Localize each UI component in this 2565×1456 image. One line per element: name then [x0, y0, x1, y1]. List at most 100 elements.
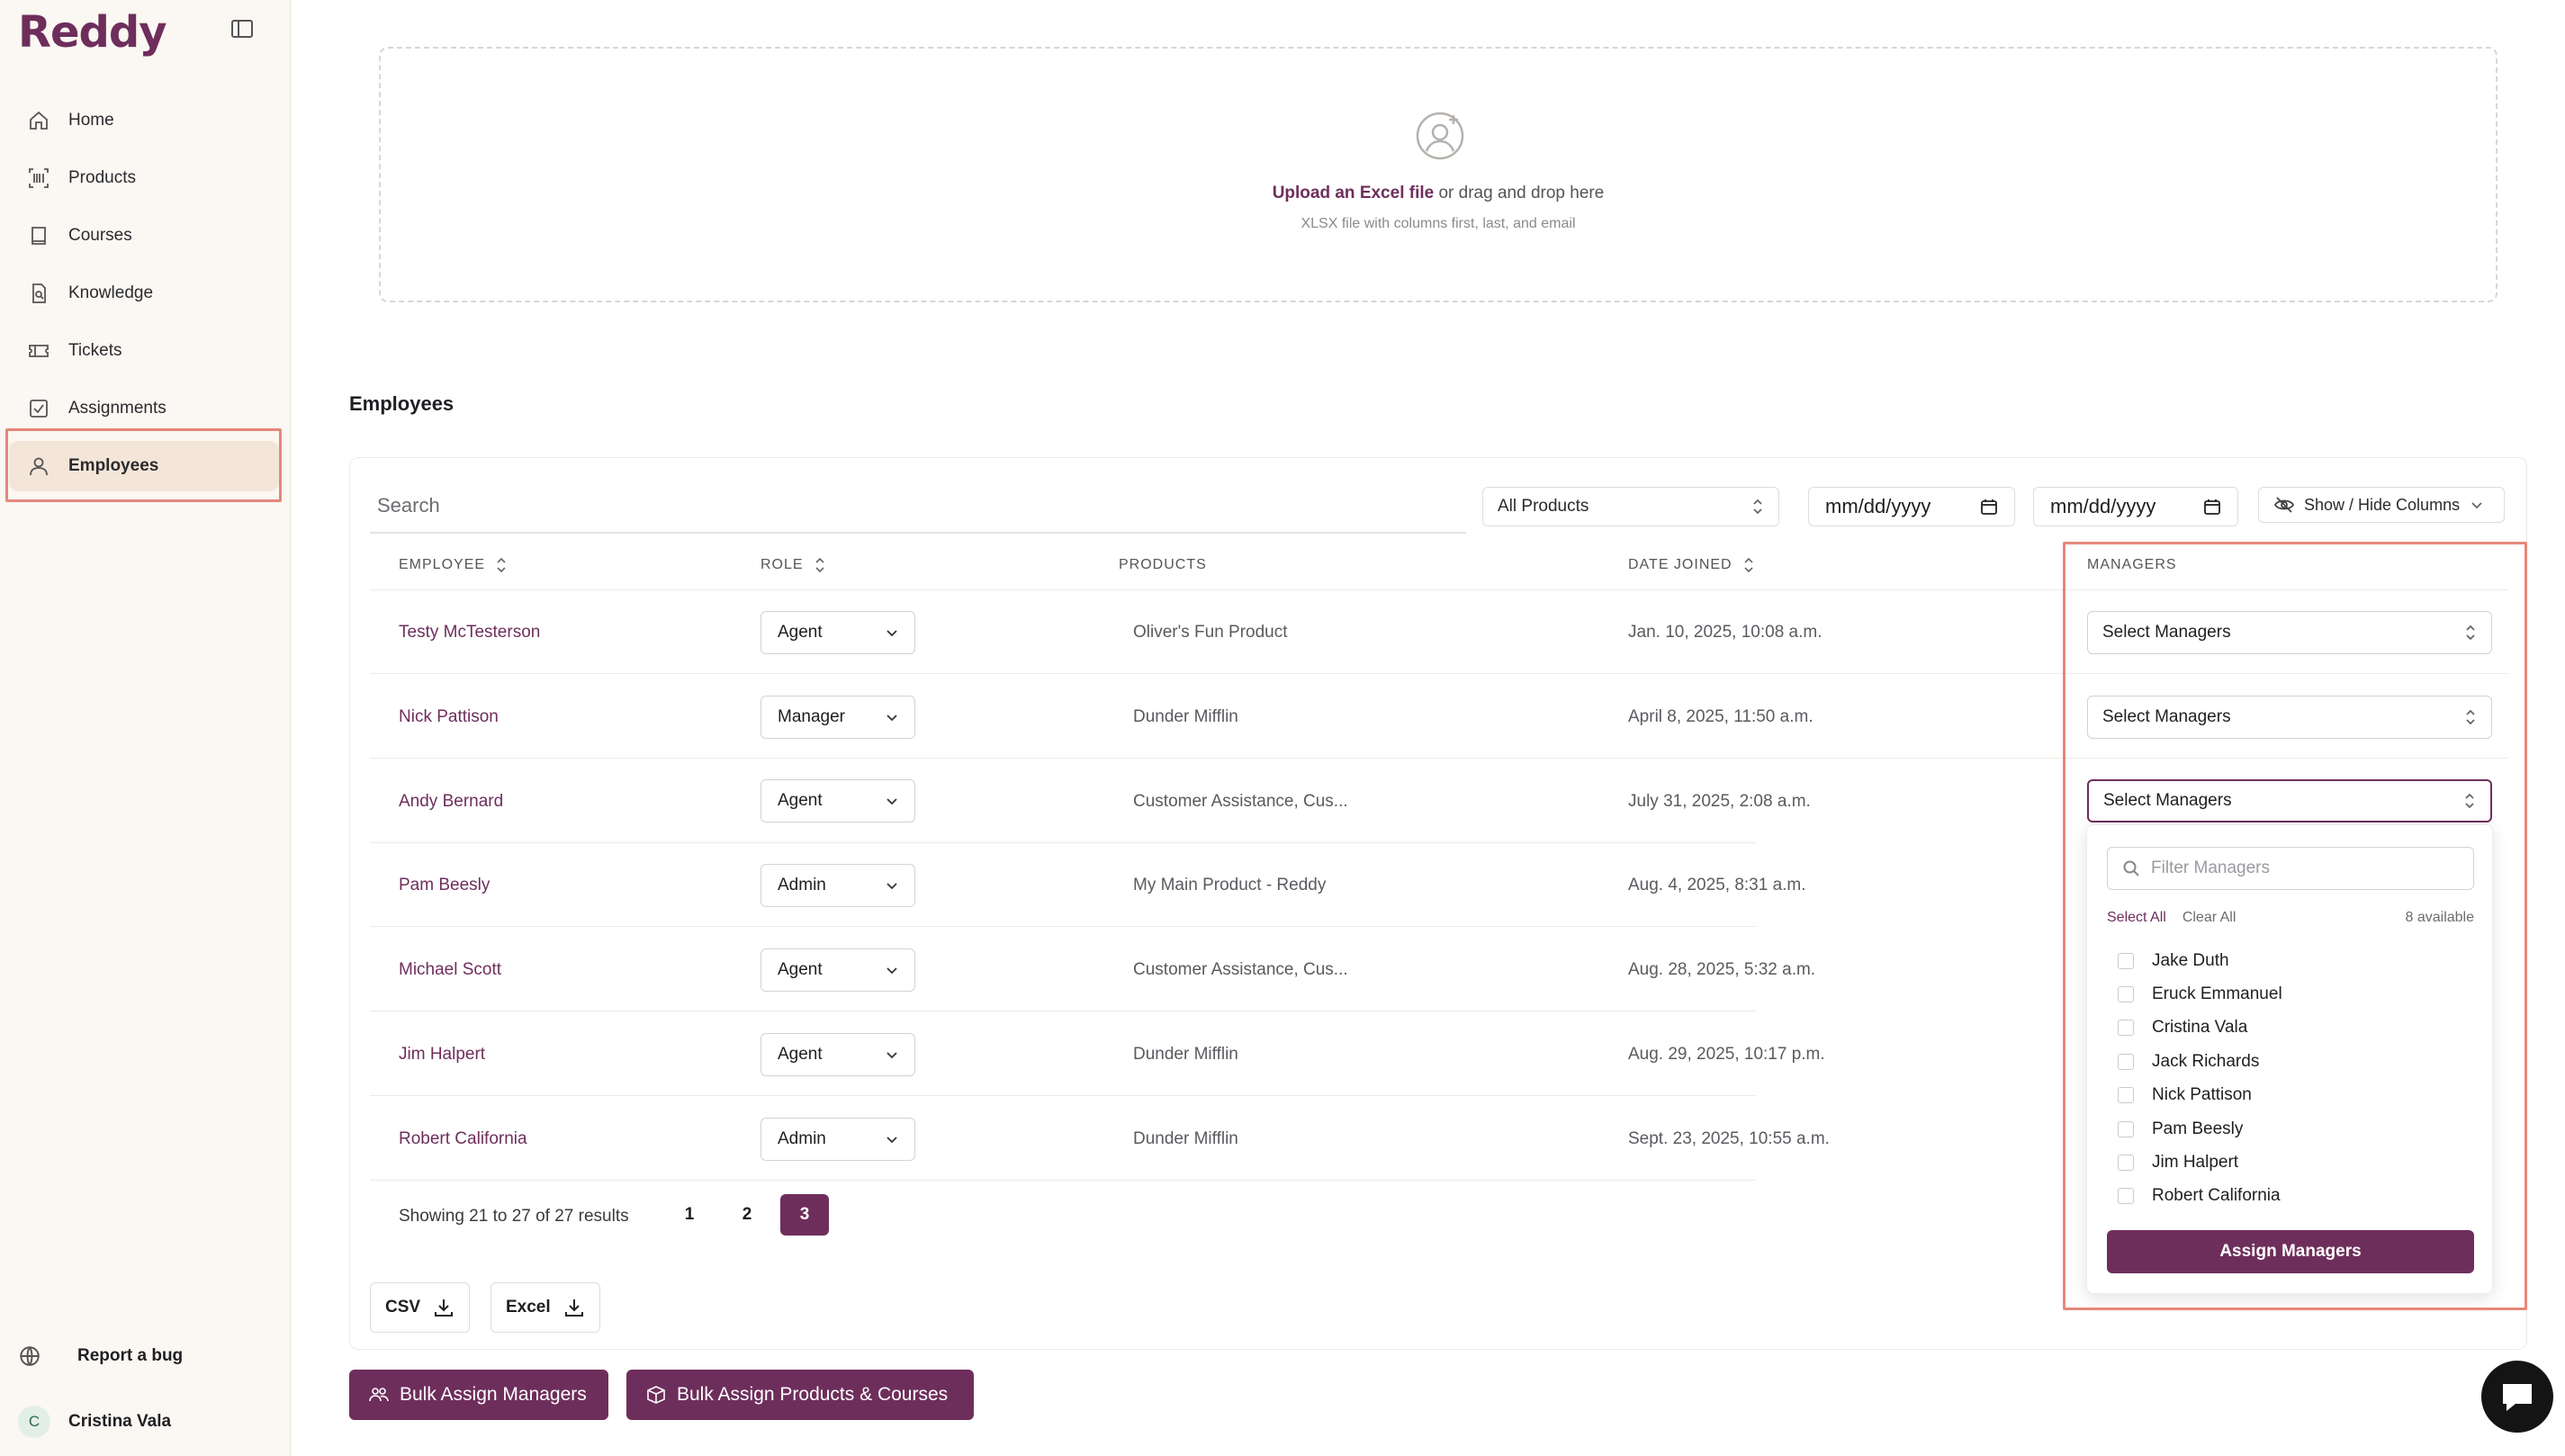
users-icon [369, 1388, 389, 1402]
export-csv-button[interactable]: CSV [370, 1282, 471, 1333]
employee-name-link[interactable]: Michael Scott [399, 960, 501, 980]
role-select[interactable]: Agent [760, 948, 915, 992]
search-input[interactable] [370, 480, 1466, 534]
checkbox[interactable] [2118, 1188, 2134, 1204]
ticket-icon [27, 339, 50, 363]
role-select[interactable]: Agent [760, 611, 915, 654]
checkbox[interactable] [2118, 986, 2134, 1002]
assign-managers-button[interactable]: Assign Managers [2107, 1230, 2474, 1273]
employee-name-link[interactable]: Robert California [399, 1129, 527, 1149]
manager-option[interactable]: Robert California [2118, 1186, 2281, 1206]
book-icon [27, 224, 50, 247]
manager-option[interactable]: Jake Duth [2118, 951, 2229, 971]
page-button-1[interactable]: 1 [665, 1194, 714, 1236]
select-managers-dropdown[interactable]: Select Managers [2087, 611, 2492, 654]
role-select[interactable]: Manager [760, 696, 915, 739]
checkbox[interactable] [2118, 1054, 2134, 1070]
sidebar-item-label: Assignments [68, 399, 166, 418]
user-name: Cristina Vala [68, 1412, 172, 1431]
select-all-button[interactable]: Select All [2107, 910, 2166, 926]
home-icon [27, 109, 50, 132]
role-select[interactable]: Admin [760, 864, 915, 907]
bulk-assign-products-button[interactable]: Bulk Assign Products & Courses [626, 1370, 974, 1420]
export-excel-button[interactable]: Excel [490, 1282, 600, 1333]
employee-name-link[interactable]: Testy McTesterson [399, 623, 540, 643]
download-icon [564, 1299, 583, 1317]
role-value: Agent [778, 623, 823, 642]
app-logo[interactable]: Reddy [18, 7, 167, 58]
employee-name-link[interactable]: Nick Pattison [399, 707, 499, 727]
sidebar-item-assignments[interactable]: Assignments [9, 383, 279, 434]
select-managers-dropdown[interactable]: Select Managers [2087, 696, 2492, 739]
sidebar-item-label: Employees [68, 456, 159, 475]
checkbox[interactable] [2118, 953, 2134, 969]
page-button-3[interactable]: 3 [780, 1194, 829, 1236]
upload-file-link[interactable]: Upload an Excel file [1273, 184, 1435, 202]
sidebar-item-products[interactable]: Products [9, 153, 279, 203]
manager-option[interactable]: Jim Halpert [2118, 1153, 2238, 1173]
sidebar-collapse-button[interactable] [230, 18, 256, 41]
sidebar-toggle-icon [231, 20, 253, 38]
products-filter-select[interactable]: All Products [1482, 487, 1779, 526]
dropdown-actions: Select All Clear All 8 available [2107, 910, 2474, 926]
role-value: Admin [778, 1129, 826, 1148]
role-value: Agent [778, 1045, 823, 1064]
user-profile[interactable]: C Cristina Vala [18, 1406, 279, 1438]
role-select[interactable]: Admin [760, 1118, 915, 1161]
chat-widget-button[interactable] [2481, 1361, 2553, 1433]
checkbox[interactable] [2118, 1020, 2134, 1036]
filter-managers-input[interactable]: Filter Managers [2107, 847, 2474, 890]
date-from-field[interactable]: mm/dd/yyyy [1808, 487, 2015, 526]
sidebar-nav: Home Products Courses Knowledge Tickets … [9, 95, 279, 499]
show-hide-columns-button[interactable]: Show / Hide Columns [2258, 487, 2505, 523]
box-icon [647, 1386, 665, 1404]
sidebar-item-knowledge[interactable]: Knowledge [9, 268, 279, 319]
sidebar-item-courses[interactable]: Courses [9, 211, 279, 261]
select-managers-dropdown-open[interactable]: Select Managers [2087, 779, 2492, 822]
sidebar-item-label: Knowledge [68, 283, 154, 302]
sidebar-item-tickets[interactable]: Tickets [9, 326, 279, 376]
role-value: Manager [778, 707, 845, 726]
user-icon [27, 454, 50, 478]
role-select[interactable]: Agent [760, 779, 915, 822]
manager-option[interactable]: Cristina Vala [2118, 1018, 2247, 1038]
sort-icon [1744, 557, 1753, 573]
products-cell: Dunder Mifflin [1133, 707, 1238, 726]
manager-option-label: Nick Pattison [2152, 1085, 2252, 1104]
column-header-managers: MANAGERS [2087, 557, 2177, 573]
employee-name-link[interactable]: Pam Beesly [399, 876, 490, 895]
show-hide-columns-label: Show / Hide Columns [2304, 495, 2461, 514]
file-upload-dropzone[interactable]: Upload an Excel file or drag and drop he… [379, 47, 2498, 302]
sidebar-item-label: Products [68, 168, 136, 187]
column-header-date-joined[interactable]: DATE JOINED [1628, 557, 1754, 573]
date-to-field[interactable]: mm/dd/yyyy [2033, 487, 2238, 526]
column-header-label: MANAGERS [2087, 557, 2177, 572]
checkbox[interactable] [2118, 1087, 2134, 1103]
column-header-employee[interactable]: EMPLOYEE [399, 557, 507, 573]
products-cell: Dunder Mifflin [1133, 1045, 1238, 1064]
manager-option[interactable]: Nick Pattison [2118, 1085, 2252, 1105]
manager-option[interactable]: Eruck Emmanuel [2118, 984, 2282, 1004]
checkbox[interactable] [2118, 1121, 2134, 1137]
filter-managers-placeholder: Filter Managers [2151, 858, 2270, 877]
manager-option-label: Pam Beesly [2152, 1119, 2244, 1138]
sidebar-item-home[interactable]: Home [9, 95, 279, 146]
sidebar-item-label: Courses [68, 226, 132, 245]
clear-all-button[interactable]: Clear All [2182, 910, 2236, 926]
date-joined-cell: Aug. 4, 2025, 8:31 a.m. [1628, 876, 1806, 894]
checkbox[interactable] [2118, 1155, 2134, 1171]
page-button-2[interactable]: 2 [723, 1194, 771, 1236]
date-from-placeholder: mm/dd/yyyy [1825, 495, 1931, 517]
role-select[interactable]: Agent [760, 1033, 915, 1076]
sidebar-item-employees[interactable]: Employees [9, 441, 279, 491]
pagination-summary: Showing 21 to 27 of 27 results [399, 1207, 629, 1226]
employee-name-link[interactable]: Jim Halpert [399, 1045, 485, 1065]
bulk-assign-managers-button[interactable]: Bulk Assign Managers [349, 1370, 608, 1420]
column-header-role[interactable]: ROLE [760, 557, 825, 573]
employee-name-link[interactable]: Andy Bernard [399, 792, 503, 812]
row-divider [370, 1180, 1756, 1181]
report-bug-link[interactable]: Report a bug [18, 1344, 279, 1368]
manager-option[interactable]: Jack Richards [2118, 1052, 2259, 1072]
date-joined-cell: Aug. 28, 2025, 5:32 a.m. [1628, 960, 1816, 979]
manager-option[interactable]: Pam Beesly [2118, 1119, 2243, 1139]
